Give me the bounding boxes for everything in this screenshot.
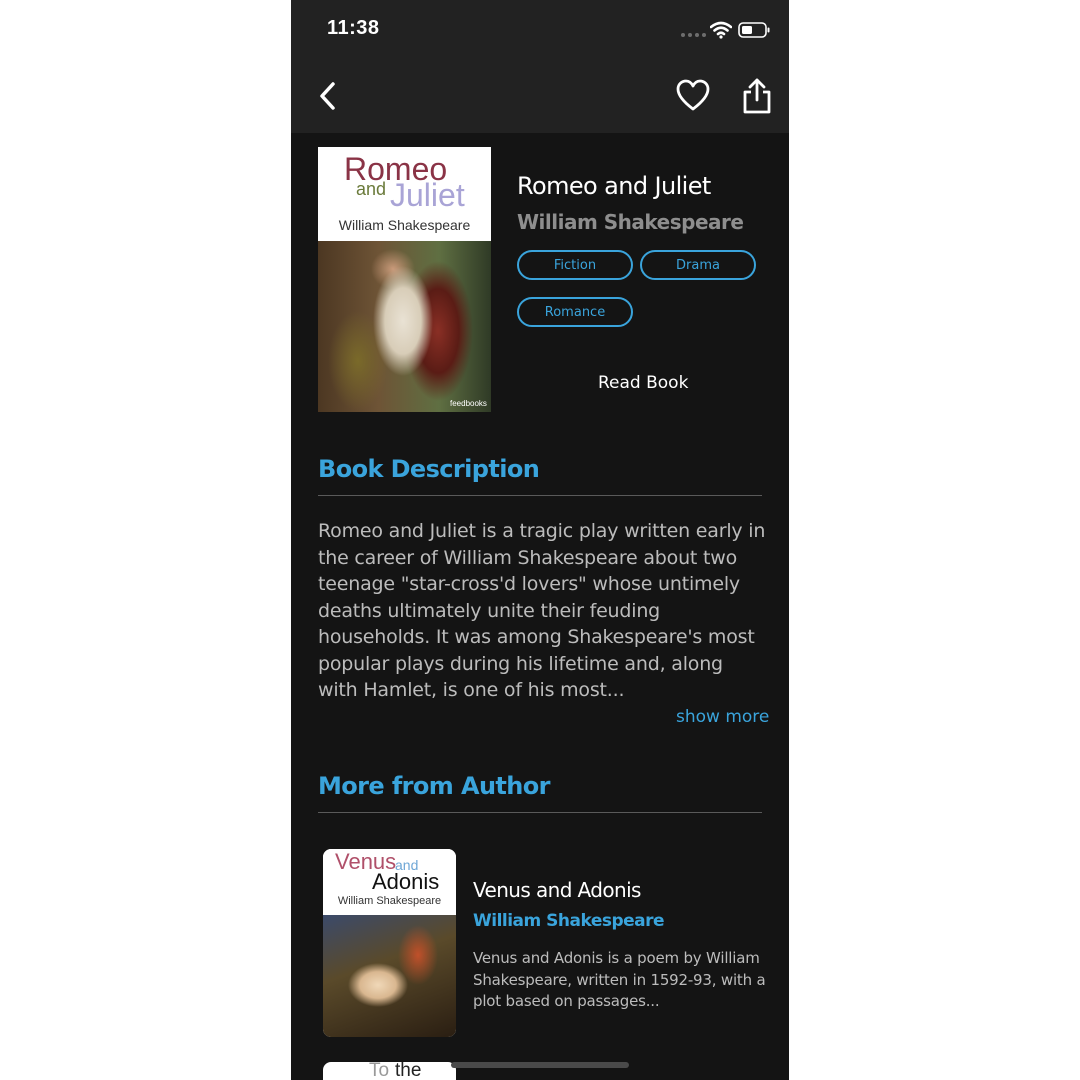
book-title: Romeo and Juliet — [517, 172, 711, 200]
related-cover-word: To — [369, 1062, 390, 1080]
cover-author: William Shakespeare — [338, 217, 471, 233]
publisher-logo: feedbooks — [450, 399, 487, 408]
divider — [318, 812, 762, 813]
more-from-author-heading: More from Author — [318, 772, 551, 800]
cover-title-word: Juliet — [390, 177, 465, 213]
status-time: 11:38 — [327, 17, 380, 39]
book-author[interactable]: William Shakespeare — [517, 210, 744, 234]
description-heading: Book Description — [318, 455, 540, 483]
book-cover: Romeo and Juliet William Shakespeare fee… — [318, 147, 491, 412]
favorite-button[interactable] — [675, 78, 711, 114]
divider — [318, 495, 762, 496]
cover-title-and: and — [356, 179, 387, 199]
top-bar: 11:38 — [291, 0, 789, 133]
related-cover-author: William Shakespeare — [337, 895, 442, 907]
home-indicator[interactable] — [451, 1062, 629, 1068]
book-description: Romeo and Juliet is a tragic play writte… — [318, 520, 766, 701]
related-book-author[interactable]: William Shakespeare — [473, 911, 665, 931]
signal-icon — [681, 33, 706, 37]
tag-fiction[interactable]: Fiction — [517, 250, 633, 280]
related-book-description: Venus and Adonis is a poem by William Sh… — [473, 949, 766, 1010]
related-cover-painting — [323, 915, 456, 1037]
cover-title-panel: Romeo and Juliet William Shakespeare — [318, 147, 491, 241]
wifi-icon — [710, 21, 732, 39]
related-cover-word: Adonis — [372, 869, 440, 894]
share-button[interactable] — [740, 76, 774, 116]
read-book-button[interactable]: Read Book — [598, 373, 688, 393]
related-cover-word: the — [395, 1062, 422, 1080]
phone-screen: 11:38 Romeo and Juliet William Shakespea… — [291, 0, 789, 1080]
show-more-link[interactable]: show more — [676, 707, 769, 727]
cover-painting — [318, 241, 491, 412]
tag-romance[interactable]: Romance — [517, 297, 633, 327]
related-cover-title-panel: Venus and Adonis William Shakespeare — [323, 849, 456, 915]
battery-icon — [738, 22, 770, 38]
tag-drama[interactable]: Drama — [640, 250, 756, 280]
related-book-title[interactable]: Venus and Adonis — [473, 878, 641, 902]
related-book-cover[interactable]: Venus and Adonis William Shakespeare — [323, 849, 456, 1037]
related-book-cover[interactable]: To the — [323, 1062, 456, 1080]
back-button[interactable] — [315, 78, 343, 114]
